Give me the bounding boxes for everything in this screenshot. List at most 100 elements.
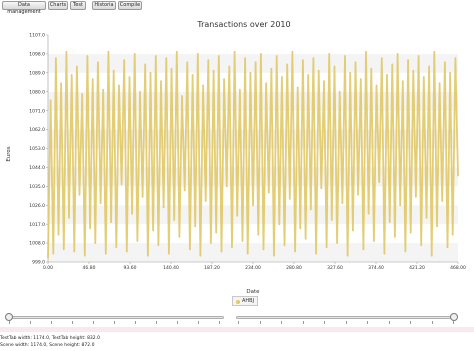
data-point [241,240,244,242]
grid-band [48,35,458,54]
data-point [260,53,262,55]
slider-tick [219,321,220,324]
y-tick-label: 1035.0 [29,184,45,190]
x-tick-label: 374.40 [368,265,384,271]
data-point [431,255,433,257]
grid-band [48,224,458,244]
data-point [433,51,435,53]
end-slider-track[interactable] [236,316,454,319]
tab-test[interactable]: Test [70,1,86,10]
data-point [391,63,393,66]
data-point [360,78,362,80]
data-point [71,74,73,76]
data-point [354,61,357,63]
status-separator [0,327,474,332]
data-point [307,74,309,76]
data-point [176,51,178,53]
slider-tick [177,321,178,324]
x-tick-label: 93.60 [124,265,137,271]
data-point [228,65,230,68]
data-point [63,248,65,250]
tab-historia[interactable]: Historia [92,1,116,10]
slider-tick [30,321,31,324]
data-point [197,53,199,55]
data-point [65,51,67,53]
end-slider-thumb[interactable] [450,313,458,321]
data-point [94,242,96,244]
slider-tick [367,321,368,324]
data-point [99,202,102,204]
data-point [47,257,49,259]
data-point [452,234,454,236]
slider-tick [431,321,433,324]
status-line-scene: Scene width: 1174.0, Scene height: 872.0 [0,343,95,348]
data-point [226,185,228,187]
data-point [178,236,181,238]
slider-tick [51,321,52,324]
data-point [265,82,267,84]
data-point [304,238,307,240]
grid-band [48,243,458,262]
data-point [84,255,86,257]
start-slider-thumb[interactable] [5,313,13,321]
data-point [373,240,375,242]
data-point [73,250,75,253]
data-point [444,61,446,63]
x-tick-label: 421.20 [409,265,425,271]
data-point [247,252,249,255]
data-point [76,65,78,68]
grid-band [48,205,458,225]
data-point [170,68,173,70]
data-point [210,242,212,244]
data-point [454,57,456,59]
data-point [184,189,186,192]
data-point [257,234,259,236]
slider-tick [72,321,73,324]
chart-legend: AHBJ [232,296,258,306]
tab-charts[interactable]: Charts [48,1,68,10]
data-point [181,95,183,97]
data-point [212,70,215,72]
data-point [441,200,443,202]
data-point [457,175,459,177]
data-point [68,217,70,219]
data-point [149,72,152,74]
data-point [336,242,338,244]
data-point [399,204,401,206]
data-point [131,213,133,215]
data-point [81,93,83,95]
data-point [352,229,354,232]
data-point [126,250,128,253]
data-point [278,223,280,225]
data-point [368,213,370,215]
x-tick-label: 468.00 [450,265,466,271]
data-point [394,236,396,238]
data-point [383,252,386,255]
data-point [231,246,233,248]
slider-tick [198,321,199,324]
tab-compile[interactable]: Compile [118,1,142,10]
x-tick-label: 327.60 [327,265,343,271]
y-tick-label: 1026.0 [29,203,45,209]
data-point [333,65,336,68]
data-point [207,59,209,61]
data-point [255,61,257,63]
y-tick-label: 1017.0 [29,222,45,228]
data-point [312,57,315,59]
data-point [155,55,157,57]
slider-tick [135,321,136,324]
x-tick-label: 140.40 [163,265,179,271]
data-point [199,255,202,257]
slider-tick [281,321,282,324]
x-tick-label: 187.20 [204,265,220,271]
data-point [107,51,110,53]
data-point [318,70,320,72]
data-point [113,70,115,72]
data-point [407,59,409,61]
data-point [239,89,241,91]
start-slider-track[interactable] [7,316,224,319]
slider-tick [238,321,239,324]
tab-data-management[interactable]: Data management [2,1,46,15]
data-point [270,68,272,70]
data-point [194,225,196,227]
